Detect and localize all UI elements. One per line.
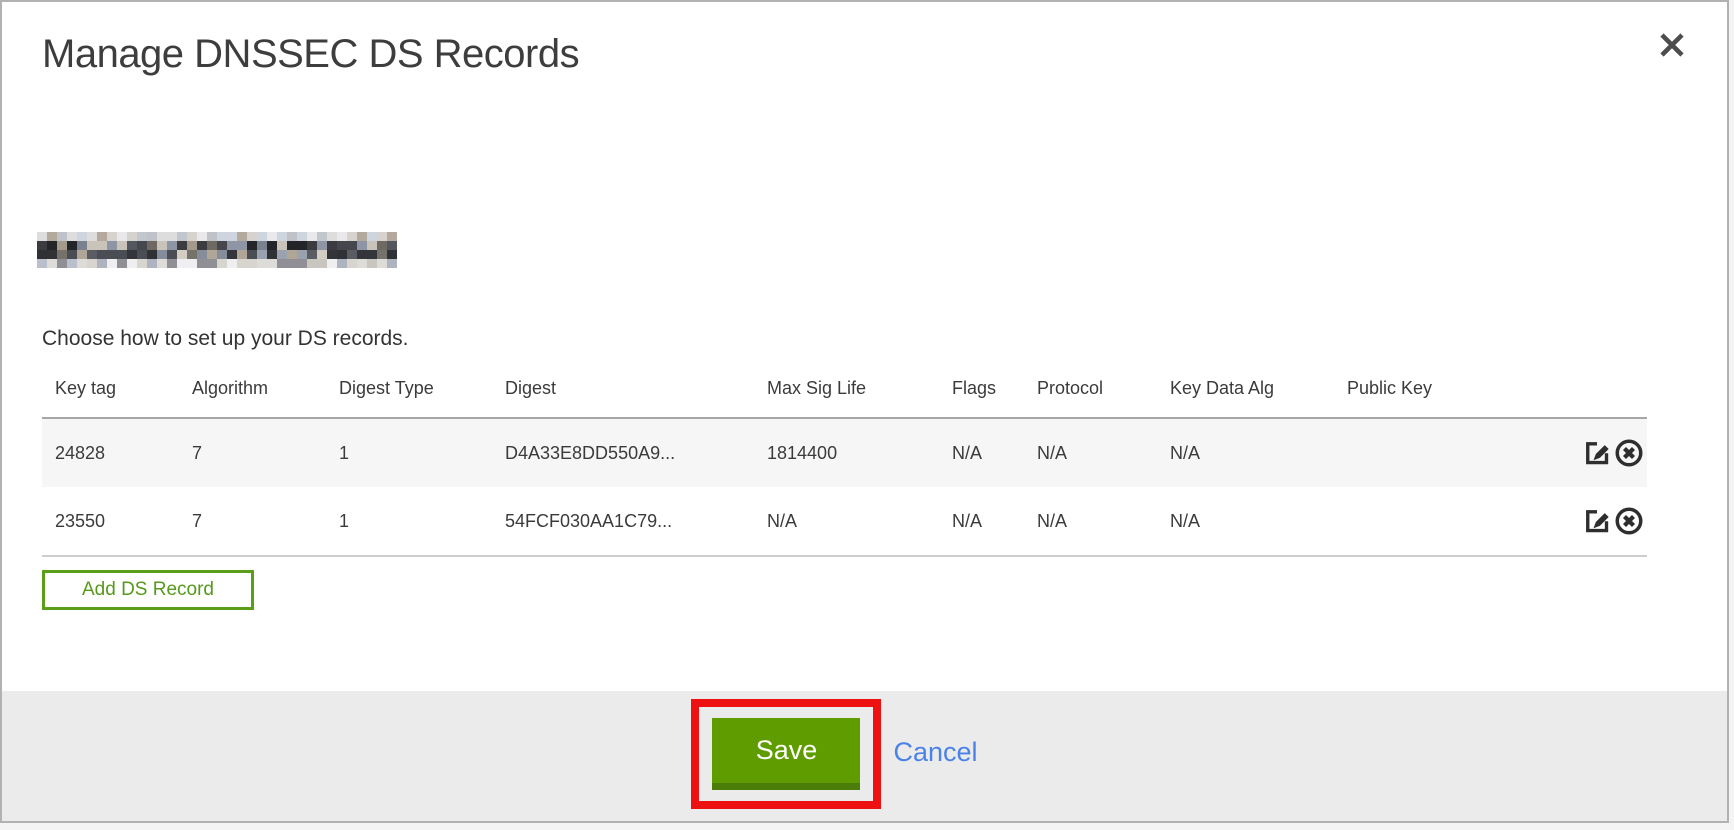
edit-record-icon [1582, 438, 1612, 468]
column-header: Public Key [1334, 352, 1567, 418]
column-header: Key Data Alg [1157, 352, 1334, 418]
table-cell: 1 [326, 487, 492, 556]
column-header: Digest [492, 352, 754, 418]
edit-record-button[interactable] [1582, 438, 1612, 468]
save-button[interactable]: Save [712, 718, 860, 790]
table-cell: N/A [1157, 487, 1334, 556]
table-cell: 7 [179, 418, 326, 487]
modal-footer: Save Cancel [2, 691, 1727, 821]
table-cell: 1 [326, 418, 492, 487]
table-cell: N/A [1024, 418, 1157, 487]
edit-record-icon [1582, 506, 1612, 536]
table-cell: 1814400 [754, 418, 939, 487]
table-cell: 54FCF030AA1C79... [492, 487, 754, 556]
delete-record-button[interactable] [1614, 438, 1644, 468]
annotation-highlight-box: Save [691, 699, 881, 809]
table-row: 2482871D4A33E8DD550A9...1814400N/AN/AN/A [42, 418, 1647, 487]
column-header: Protocol [1024, 352, 1157, 418]
instruction-text: Choose how to set up your DS records. [42, 326, 1727, 352]
delete-record-icon [1614, 506, 1644, 536]
table-cell [1334, 487, 1567, 556]
table-cell: 23550 [42, 487, 179, 556]
table-cell: 7 [179, 487, 326, 556]
table-row: 235507154FCF030AA1C79...N/AN/AN/AN/A [42, 487, 1647, 556]
table-cell: D4A33E8DD550A9... [492, 418, 754, 487]
page-title: Manage DNSSEC DS Records [42, 30, 1727, 78]
ds-records-table: Key tagAlgorithmDigest TypeDigestMax Sig… [42, 352, 1647, 557]
redacted-domain-name [37, 232, 397, 268]
column-header-actions [1567, 352, 1647, 418]
column-header: Max Sig Life [754, 352, 939, 418]
table-cell: N/A [754, 487, 939, 556]
table-cell: N/A [939, 487, 1024, 556]
edit-record-button[interactable] [1582, 506, 1612, 536]
column-header: Digest Type [326, 352, 492, 418]
close-button[interactable] [1655, 28, 1689, 62]
row-actions [1567, 418, 1647, 487]
table-cell: N/A [1024, 487, 1157, 556]
table-cell: N/A [939, 418, 1024, 487]
add-ds-record-button[interactable]: Add DS Record [42, 570, 254, 610]
row-actions [1567, 487, 1647, 556]
column-header: Flags [939, 352, 1024, 418]
table-header-row: Key tagAlgorithmDigest TypeDigestMax Sig… [42, 352, 1647, 418]
table-cell [1334, 418, 1567, 487]
cancel-link[interactable]: Cancel [893, 737, 977, 768]
close-icon [1658, 31, 1686, 59]
dnssec-modal: Manage DNSSEC DS Records Choose how to s… [0, 0, 1729, 823]
table-cell: 24828 [42, 418, 179, 487]
column-header: Key tag [42, 352, 179, 418]
delete-record-button[interactable] [1614, 506, 1644, 536]
column-header: Algorithm [179, 352, 326, 418]
delete-record-icon [1614, 438, 1644, 468]
table-cell: N/A [1157, 418, 1334, 487]
